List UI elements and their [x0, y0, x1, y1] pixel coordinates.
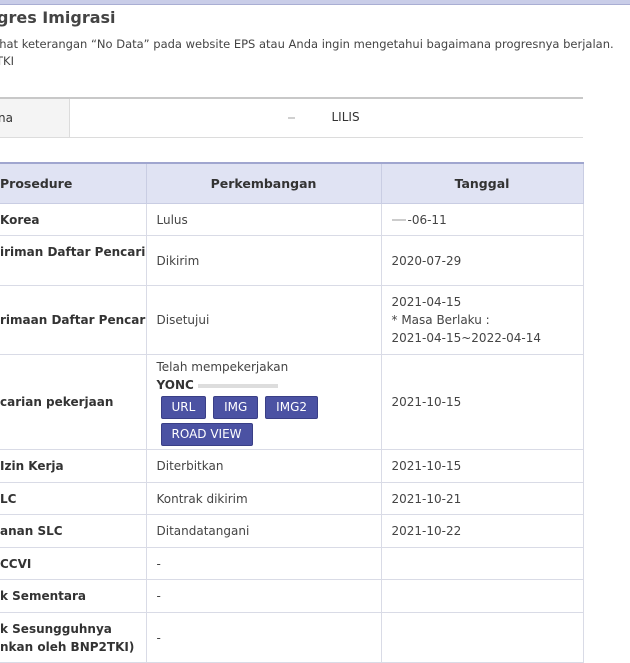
- status-cell: Kontrak dikirim: [146, 482, 382, 515]
- procedure-cell: rimaan Daftar Pencari: [0, 285, 147, 355]
- header-date: Tanggal: [381, 162, 584, 204]
- redacted-name: [287, 117, 295, 119]
- procedure-cell: anan SLC: [0, 514, 147, 548]
- validity-range: 2021-04-15~2022-04-14: [391, 331, 542, 345]
- table-row: Korea Lulus -06-11: [0, 203, 584, 236]
- name-value-cell: LILIS: [69, 97, 583, 138]
- page-description: ihat keterangan “No Data” pada website E…: [0, 36, 614, 70]
- status-text: Telah mempekerjakan: [156, 360, 289, 374]
- procedure-cell: Korea: [0, 203, 147, 236]
- status-cell: Lulus: [146, 203, 382, 236]
- top-bar: [0, 0, 630, 5]
- procedure-cell: iriman Daftar Pencari: [0, 235, 147, 286]
- date-cell: [381, 579, 584, 613]
- date-cell: -06-11: [381, 203, 584, 236]
- description-line-1: ihat keterangan “No Data” pada website E…: [0, 37, 614, 51]
- procedure-line-2: nkan oleh BNP2TKI): [0, 639, 135, 654]
- status-cell: Disetujui: [146, 285, 382, 355]
- status-cell: Diterbitkan: [146, 449, 382, 483]
- date-cell: 2021-04-15 * Masa Berlaku : 2021-04-15~2…: [381, 285, 584, 355]
- img-button[interactable]: IMG: [213, 396, 259, 419]
- table-row: iriman Daftar Pencari Dikirim 2020-07-29: [0, 235, 584, 286]
- name-label: na: [0, 97, 70, 138]
- procedure-cell: LC: [0, 482, 147, 515]
- date-cell: [381, 547, 584, 580]
- validity-label: * Masa Berlaku :: [391, 313, 490, 327]
- name-value: LILIS: [331, 110, 360, 124]
- employer-text: YONC: [156, 378, 194, 392]
- date-cell: 2021-10-21: [381, 482, 584, 515]
- img2-button[interactable]: IMG2: [265, 396, 318, 419]
- table-row: Izin Kerja Diterbitkan 2021-10-15: [0, 449, 584, 483]
- redacted-year: [391, 219, 406, 221]
- employer-buttons: URL IMG IMG2: [157, 396, 381, 419]
- procedure-cell: carian pekerjaan: [0, 354, 147, 450]
- progress-table: Prosedure Perkembangan Tanggal Korea Lul…: [0, 162, 584, 663]
- status-cell: -: [146, 612, 382, 663]
- header-progress: Perkembangan: [146, 162, 382, 204]
- status-cell: -: [146, 547, 382, 580]
- table-row: CCVI -: [0, 547, 584, 580]
- status-cell: -: [146, 579, 382, 613]
- table-row: k Sementara -: [0, 579, 584, 613]
- procedure-cell: Izin Kerja: [0, 449, 147, 483]
- header-procedure: Prosedure: [0, 162, 147, 204]
- page-title: ogres Imigrasi: [0, 8, 116, 27]
- status-cell: Telah mempekerjakan YONC URL IMG IMG2 RO…: [146, 354, 382, 450]
- description-line-2: TKI: [0, 54, 14, 68]
- redacted-employer: [197, 383, 278, 388]
- table-header-row: Prosedure Perkembangan Tanggal: [0, 162, 584, 204]
- procedure-line-1: k Sesungguhnya: [0, 621, 112, 636]
- status-cell: Dikirim: [146, 235, 382, 286]
- road-view-row: ROAD VIEW: [157, 423, 381, 446]
- date-cell: 2021-10-15: [381, 449, 584, 483]
- date-text: 2021-04-15: [391, 295, 462, 309]
- procedure-cell: k Sesungguhnya nkan oleh BNP2TKI): [0, 612, 147, 663]
- table-row: rimaan Daftar Pencari Disetujui 2021-04-…: [0, 285, 584, 355]
- date-text: -06-11: [407, 212, 447, 227]
- name-table: na LILIS: [0, 97, 583, 138]
- table-row: LC Kontrak dikirim 2021-10-21: [0, 482, 584, 515]
- date-cell: 2021-10-15: [381, 354, 584, 450]
- employer-name: YONC: [157, 376, 381, 394]
- status-cell: Ditandatangani: [146, 514, 382, 548]
- date-cell: 2020-07-29: [381, 235, 584, 286]
- date-cell: [381, 612, 584, 663]
- procedure-cell: CCVI: [0, 547, 147, 580]
- table-row: k Sesungguhnya nkan oleh BNP2TKI) -: [0, 612, 584, 663]
- procedure-cell: k Sementara: [0, 579, 147, 613]
- table-row: carian pekerjaan Telah mempekerjakan YON…: [0, 354, 584, 450]
- table-row: anan SLC Ditandatangani 2021-10-22: [0, 514, 584, 548]
- url-button[interactable]: URL: [160, 396, 207, 419]
- road-view-button[interactable]: ROAD VIEW: [160, 423, 253, 446]
- date-cell: 2021-10-22: [381, 514, 584, 548]
